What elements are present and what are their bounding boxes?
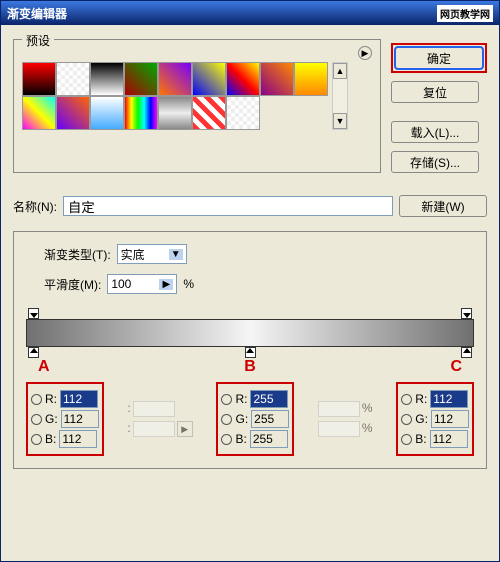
dropdown-icon: ▼ <box>169 249 183 260</box>
watermark: 网页教学网 <box>437 5 493 22</box>
radio-r[interactable] <box>401 394 412 405</box>
preset-swatch[interactable] <box>192 62 226 96</box>
color-stop[interactable] <box>28 347 39 358</box>
presets-group: 预设 ▶ <box>13 39 381 173</box>
extra-col: : : ▶ <box>127 382 192 456</box>
disabled-field <box>133 401 175 417</box>
scroll-up-icon[interactable]: ▲ <box>333 63 347 79</box>
disabled-field <box>318 401 360 417</box>
b-label: B: <box>45 432 56 446</box>
rgb-block-b: R:255 G:255 B:255 <box>216 382 294 456</box>
name-row: 名称(N): 新建(W) <box>13 195 487 217</box>
preset-swatch[interactable] <box>90 96 124 130</box>
marker-a: A <box>38 358 50 376</box>
rgb-block-c: R:112 G:112 B:112 <box>396 382 474 456</box>
radio-g[interactable] <box>401 414 412 425</box>
side-buttons: 确定 复位 载入(L)... 存储(S)... <box>391 33 487 173</box>
gradient-bar[interactable] <box>26 319 474 347</box>
play-icon: ▶ <box>177 421 193 437</box>
radio-b[interactable] <box>401 434 412 445</box>
color-stop[interactable] <box>461 347 472 358</box>
smooth-value: 100 <box>111 277 131 291</box>
b-value-b[interactable]: 255 <box>250 430 288 448</box>
pct-label: % <box>362 401 373 417</box>
marker-b: B <box>244 358 256 376</box>
type-label: 渐变类型(T): <box>44 246 111 263</box>
preset-swatch[interactable] <box>226 96 260 130</box>
preset-swatch[interactable] <box>158 96 192 130</box>
r-label: R: <box>235 392 247 406</box>
g-label: G: <box>235 412 248 426</box>
g-label: G: <box>45 412 58 426</box>
gradient-settings: 渐变类型(T): 实底 ▼ 平滑度(M): 100 ▶ % <box>13 231 487 469</box>
colon: : <box>127 421 130 437</box>
type-select[interactable]: 实底 ▼ <box>117 244 187 264</box>
r-label: R: <box>45 392 57 406</box>
r-label: R: <box>415 392 427 406</box>
b-label: B: <box>415 432 426 446</box>
opacity-stop[interactable] <box>461 308 472 319</box>
preset-swatch[interactable] <box>294 62 328 96</box>
type-value: 实底 <box>121 246 145 263</box>
smooth-unit: % <box>183 277 194 291</box>
rgb-blocks: R:112 G:112 B:112 : :▶ R:255 G:255 B:255… <box>26 382 474 456</box>
preset-swatch[interactable] <box>226 62 260 96</box>
preset-swatch[interactable] <box>192 96 226 130</box>
preset-swatch[interactable] <box>124 62 158 96</box>
colon: : <box>127 401 130 417</box>
preset-swatch[interactable] <box>260 62 294 96</box>
gradient-area <box>26 308 474 358</box>
titlebar: 渐变编辑器 网页教学网 <box>1 1 499 25</box>
smooth-label: 平滑度(M): <box>44 276 101 293</box>
preset-grid <box>22 62 328 130</box>
preset-swatch[interactable] <box>158 62 192 96</box>
disabled-field <box>318 421 360 437</box>
preset-swatch[interactable] <box>22 96 56 130</box>
radio-r[interactable] <box>31 394 42 405</box>
opacity-stop[interactable] <box>28 308 39 319</box>
window-title: 渐变编辑器 <box>7 5 67 22</box>
g-label: G: <box>415 412 428 426</box>
save-button[interactable]: 存储(S)... <box>391 151 479 173</box>
r-value-a[interactable]: 112 <box>60 390 98 408</box>
radio-b[interactable] <box>31 434 42 445</box>
preset-scrollbar[interactable]: ▲ ▼ <box>332 62 348 130</box>
g-value-c[interactable]: 112 <box>431 410 469 428</box>
preset-swatch[interactable] <box>56 62 90 96</box>
scroll-down-icon[interactable]: ▼ <box>333 113 347 129</box>
preset-swatch[interactable] <box>56 96 90 130</box>
radio-g[interactable] <box>221 414 232 425</box>
disabled-field <box>133 421 175 437</box>
g-value-a[interactable]: 112 <box>61 410 99 428</box>
marker-c: C <box>450 358 462 376</box>
preset-swatch[interactable] <box>90 62 124 96</box>
g-value-b[interactable]: 255 <box>251 410 289 428</box>
b-value-a[interactable]: 112 <box>59 430 97 448</box>
stepper-icon: ▶ <box>159 279 173 290</box>
new-button[interactable]: 新建(W) <box>399 195 487 217</box>
pct-label: % <box>362 421 373 437</box>
name-label: 名称(N): <box>13 198 57 215</box>
extra-col: % % <box>318 382 373 456</box>
smooth-input[interactable]: 100 ▶ <box>107 274 177 294</box>
gradient-editor-window: 渐变编辑器 网页教学网 预设 ▶ <box>0 0 500 562</box>
r-value-b[interactable]: 255 <box>250 390 288 408</box>
preset-swatch[interactable] <box>22 62 56 96</box>
name-input[interactable] <box>63 196 393 216</box>
presets-flyout-icon[interactable]: ▶ <box>358 46 372 60</box>
radio-g[interactable] <box>31 414 42 425</box>
color-stop[interactable] <box>245 347 256 358</box>
r-value-c[interactable]: 112 <box>430 390 468 408</box>
presets-legend: 预设 <box>22 32 54 49</box>
reset-button[interactable]: 复位 <box>391 81 479 103</box>
b-value-c[interactable]: 112 <box>430 430 468 448</box>
b-label: B: <box>235 432 246 446</box>
ok-button[interactable]: 确定 <box>395 47 483 69</box>
radio-r[interactable] <box>221 394 232 405</box>
marker-row: A B C <box>26 358 474 376</box>
preset-swatch[interactable] <box>124 96 158 130</box>
load-button[interactable]: 载入(L)... <box>391 121 479 143</box>
radio-b[interactable] <box>221 434 232 445</box>
rgb-block-a: R:112 G:112 B:112 <box>26 382 104 456</box>
